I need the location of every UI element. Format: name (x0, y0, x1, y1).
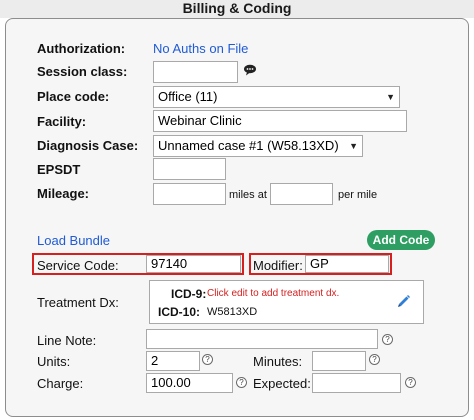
modifier-input[interactable]: GP (305, 255, 389, 273)
authorization-label: Authorization: (37, 41, 126, 56)
session-class-input[interactable] (153, 61, 238, 83)
place-code-label: Place code: (37, 89, 110, 104)
units-label: Units: (37, 354, 71, 369)
minutes-label: Minutes: (253, 354, 303, 369)
charge-input[interactable]: 100.00 (146, 373, 233, 393)
epsdt-label: EPSDT (37, 162, 81, 177)
help-circle-icon[interactable]: ? (202, 354, 213, 365)
line-note-input[interactable] (146, 329, 378, 349)
help-circle-icon[interactable]: ? (369, 354, 380, 365)
pencil-icon[interactable] (397, 294, 411, 313)
miles-input[interactable] (153, 183, 226, 205)
diagnosis-case-value: Unnamed case #1 (W58.13XD) (158, 138, 339, 153)
treatment-dx-label: Treatment Dx: (37, 295, 119, 310)
session-class-label: Session class: (37, 64, 128, 79)
place-code-value: Office (11) (158, 89, 218, 104)
help-circle-icon[interactable]: ? (405, 377, 416, 388)
icd9-hint: Click edit to add treatment dx. (207, 288, 340, 299)
charge-label: Charge: (37, 376, 84, 391)
service-code-label: Service Code: (37, 258, 119, 273)
epsdt-input[interactable] (153, 158, 226, 180)
icd10-value: W5813XD (207, 306, 258, 318)
units-input[interactable]: 2 (146, 351, 200, 371)
service-code-input[interactable]: 97140 (146, 255, 241, 273)
icd9-label: ICD-9: (171, 287, 207, 301)
facility-input[interactable]: Webinar Clinic (153, 110, 407, 132)
expected-input[interactable] (312, 373, 401, 393)
help-circle-icon[interactable]: ? (236, 377, 247, 388)
line-note-label: Line Note: (37, 333, 97, 348)
mileage-label: Mileage: (37, 186, 90, 201)
diagnosis-case-select[interactable]: Unnamed case #1 (W58.13XD) ▼ (153, 135, 363, 157)
chevron-down-icon: ▼ (349, 141, 358, 151)
chevron-down-icon: ▼ (386, 92, 395, 102)
icd10-label: ICD-10: (158, 305, 201, 319)
per-mile-input[interactable] (270, 183, 333, 205)
expected-label: Expected: (253, 376, 311, 391)
place-code-select[interactable]: Office (11) ▼ (153, 86, 400, 108)
miles-at-text: miles at (229, 189, 267, 201)
no-auths-link[interactable]: No Auths on File (153, 41, 248, 56)
diagnosis-case-label: Diagnosis Case: (37, 138, 139, 153)
add-code-button[interactable]: Add Code (367, 230, 435, 250)
per-mile-text: per mile (338, 189, 378, 201)
minutes-input[interactable] (312, 351, 366, 371)
chat-bubble-icon[interactable] (243, 63, 257, 81)
help-circle-icon[interactable]: ? (382, 334, 393, 345)
load-bundle-link[interactable]: Load Bundle (37, 233, 110, 248)
facility-label: Facility: (37, 114, 87, 129)
section-title: Billing & Coding (0, 0, 474, 18)
modifier-label: Modifier: (253, 258, 303, 273)
